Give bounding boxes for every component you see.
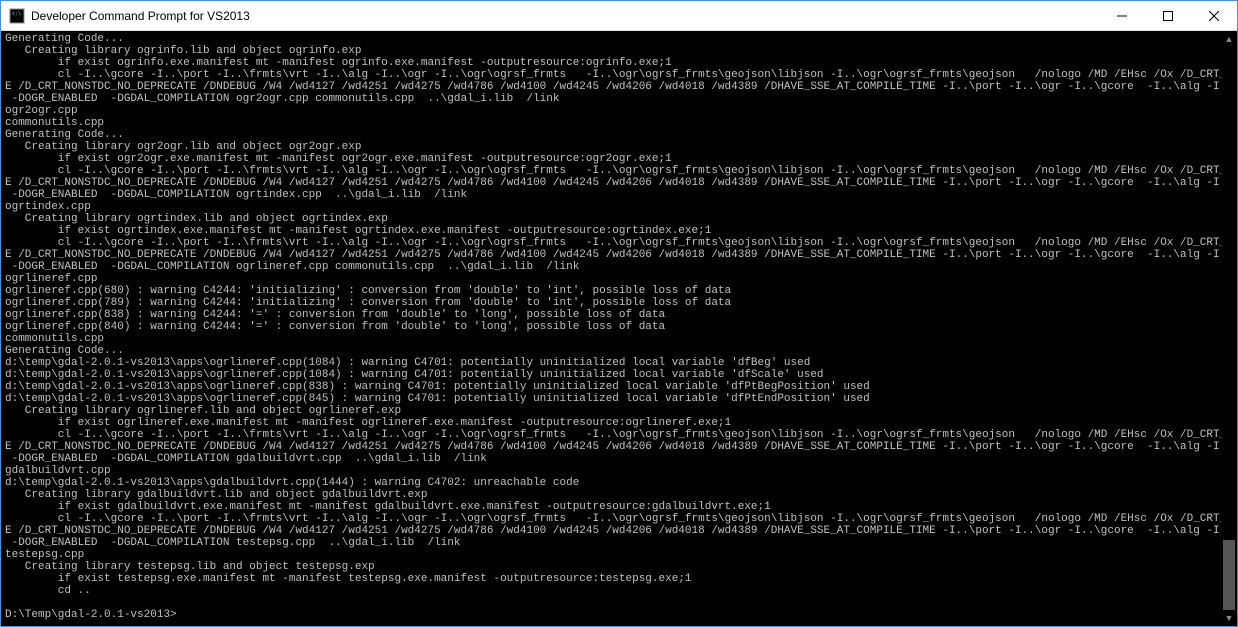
close-button[interactable] [1191,1,1237,30]
vertical-scrollbar[interactable]: ▲ ▼ [1221,31,1237,626]
maximize-button[interactable] [1145,1,1191,30]
terminal-output[interactable]: Generating Code... Creating library ogri… [1,31,1221,626]
scroll-down-arrow[interactable]: ▼ [1221,610,1237,626]
scroll-thumb[interactable] [1223,540,1235,610]
minimize-button[interactable] [1099,1,1145,30]
scroll-track[interactable] [1221,47,1237,610]
app-icon: c:\ [9,8,25,24]
terminal-wrap: Generating Code... Creating library ogri… [1,31,1237,626]
window-controls [1099,1,1237,30]
svg-text:c:\: c:\ [12,11,21,17]
scroll-up-arrow[interactable]: ▲ [1221,31,1237,47]
window-title: Developer Command Prompt for VS2013 [31,9,1099,23]
titlebar: c:\ Developer Command Prompt for VS2013 [1,1,1237,31]
